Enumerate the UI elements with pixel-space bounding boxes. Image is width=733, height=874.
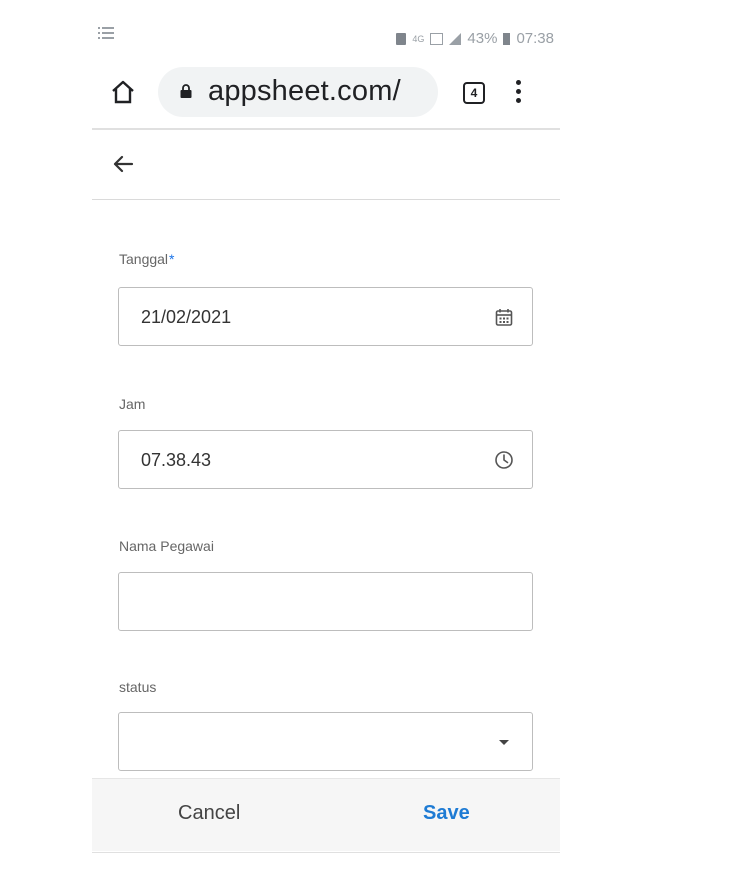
header-divider <box>92 199 560 200</box>
footer-divider <box>92 852 560 853</box>
status-select[interactable] <box>118 712 533 771</box>
time-input[interactable]: 07.38.43 <box>118 430 533 489</box>
cancel-button[interactable]: Cancel <box>178 802 240 825</box>
lock-icon <box>180 84 192 98</box>
form-footer: Cancel Save <box>92 778 560 851</box>
clock-icon[interactable] <box>494 450 514 470</box>
image-notification-icon <box>430 32 444 45</box>
field-label-tanggal: Tanggal* <box>119 251 175 267</box>
dropdown-arrow-icon[interactable] <box>494 732 514 752</box>
network-type-badge: 4G <box>412 33 425 44</box>
employee-name-input[interactable] <box>118 572 533 631</box>
battery-icon <box>503 32 511 45</box>
date-value: 21/02/2021 <box>141 307 232 327</box>
status-bar: 4G 43% 07:38 <box>92 18 560 58</box>
save-button[interactable]: Save <box>423 802 470 825</box>
address-bar[interactable]: appsheet.com/ <box>158 67 438 117</box>
date-input[interactable]: 21/02/2021 <box>118 287 533 346</box>
signal-icon <box>449 32 462 45</box>
browser-divider <box>92 128 560 130</box>
field-label-text: Tanggal <box>119 251 169 267</box>
field-label-status: status <box>119 679 157 695</box>
browser-toolbar: appsheet.com/ 4 <box>92 63 560 121</box>
phone-screen: 4G 43% 07:38 appsheet.com/ 4 Tanggal* 21… <box>92 18 560 854</box>
notification-list-icon <box>98 26 114 45</box>
field-label-nama-pegawai: Nama Pegawai <box>119 538 214 554</box>
calendar-icon[interactable] <box>494 307 514 327</box>
back-arrow-icon[interactable] <box>110 151 136 177</box>
time-value: 07.38.43 <box>141 450 212 470</box>
url-text: appsheet.com/ <box>208 75 401 107</box>
sim-icon <box>396 32 407 45</box>
home-icon[interactable] <box>110 79 136 105</box>
battery-percent: 43% <box>467 30 498 47</box>
required-asterisk: * <box>169 251 175 267</box>
overflow-menu-icon[interactable] <box>516 80 522 104</box>
field-label-jam: Jam <box>119 396 146 412</box>
clock-time: 07:38 <box>516 30 554 47</box>
tab-switcher-button[interactable]: 4 <box>463 82 485 104</box>
